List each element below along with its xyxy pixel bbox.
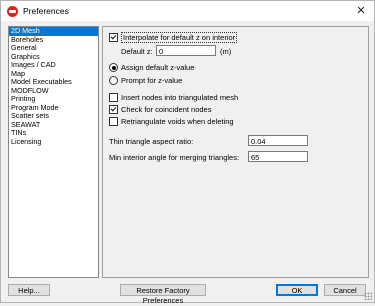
min-angle-input[interactable]: 65 bbox=[248, 151, 308, 162]
retriangulate-row[interactable]: Retriangulate voids when deleting bbox=[109, 117, 234, 126]
check-coincident-checkbox[interactable] bbox=[109, 105, 118, 114]
settings-panel: Interpolate for default z on interior De… bbox=[102, 26, 369, 278]
insert-nodes-checkbox[interactable] bbox=[109, 93, 118, 102]
thin-triangle-label: Thin triangle aspect ratio: bbox=[109, 137, 194, 146]
interpolate-label: Interpolate for default z on interior bbox=[121, 32, 238, 43]
assign-default-label: Assign default z-value bbox=[121, 63, 195, 72]
default-z-unit: (m) bbox=[220, 47, 232, 56]
insert-nodes-label: Insert nodes into triangulated mesh bbox=[121, 93, 239, 102]
help-button[interactable]: Help... bbox=[8, 284, 50, 296]
title-bar: Preferences ✕ bbox=[1, 1, 374, 21]
insert-nodes-row[interactable]: Insert nodes into triangulated mesh bbox=[109, 93, 238, 102]
retriangulate-checkbox[interactable] bbox=[109, 117, 118, 126]
ok-button[interactable]: OK bbox=[276, 284, 318, 296]
min-angle-label: Min interior angle for merging triangles… bbox=[109, 153, 240, 162]
sidebar-item-licensing[interactable]: Licensing bbox=[9, 137, 98, 147]
close-icon[interactable]: ✕ bbox=[354, 4, 368, 18]
default-z-input[interactable]: 0 bbox=[156, 45, 216, 56]
retriangulate-label: Retriangulate voids when deleting bbox=[121, 117, 234, 126]
check-coincident-row[interactable]: Check for coincident nodes bbox=[109, 105, 211, 114]
app-logo-icon bbox=[7, 6, 18, 17]
interpolate-checkbox[interactable] bbox=[109, 33, 118, 42]
prompt-radio-row[interactable]: Prompt for z-value bbox=[109, 76, 182, 85]
resize-grip-icon[interactable] bbox=[364, 292, 372, 300]
assign-default-radio-row[interactable]: Assign default z-value bbox=[109, 63, 194, 72]
interpolate-checkbox-row[interactable]: Interpolate for default z on interior bbox=[109, 32, 238, 43]
prompt-label: Prompt for z-value bbox=[121, 76, 183, 85]
window-title: Preferences bbox=[23, 6, 69, 16]
assign-default-radio[interactable] bbox=[109, 63, 118, 72]
category-list[interactable]: 2D Mesh Boreholes General Graphics Image… bbox=[8, 26, 99, 278]
restore-defaults-button[interactable]: Restore Factory Preferences bbox=[120, 284, 206, 305]
thin-triangle-input[interactable]: 0.04 bbox=[248, 135, 308, 146]
prompt-radio[interactable] bbox=[109, 76, 118, 85]
default-z-label: Default z: bbox=[121, 47, 153, 56]
check-coincident-label: Check for coincident nodes bbox=[121, 105, 212, 114]
cancel-button[interactable]: Cancel bbox=[324, 284, 366, 296]
preferences-dialog: Preferences ✕ 2D Mesh Boreholes General … bbox=[0, 0, 375, 305]
